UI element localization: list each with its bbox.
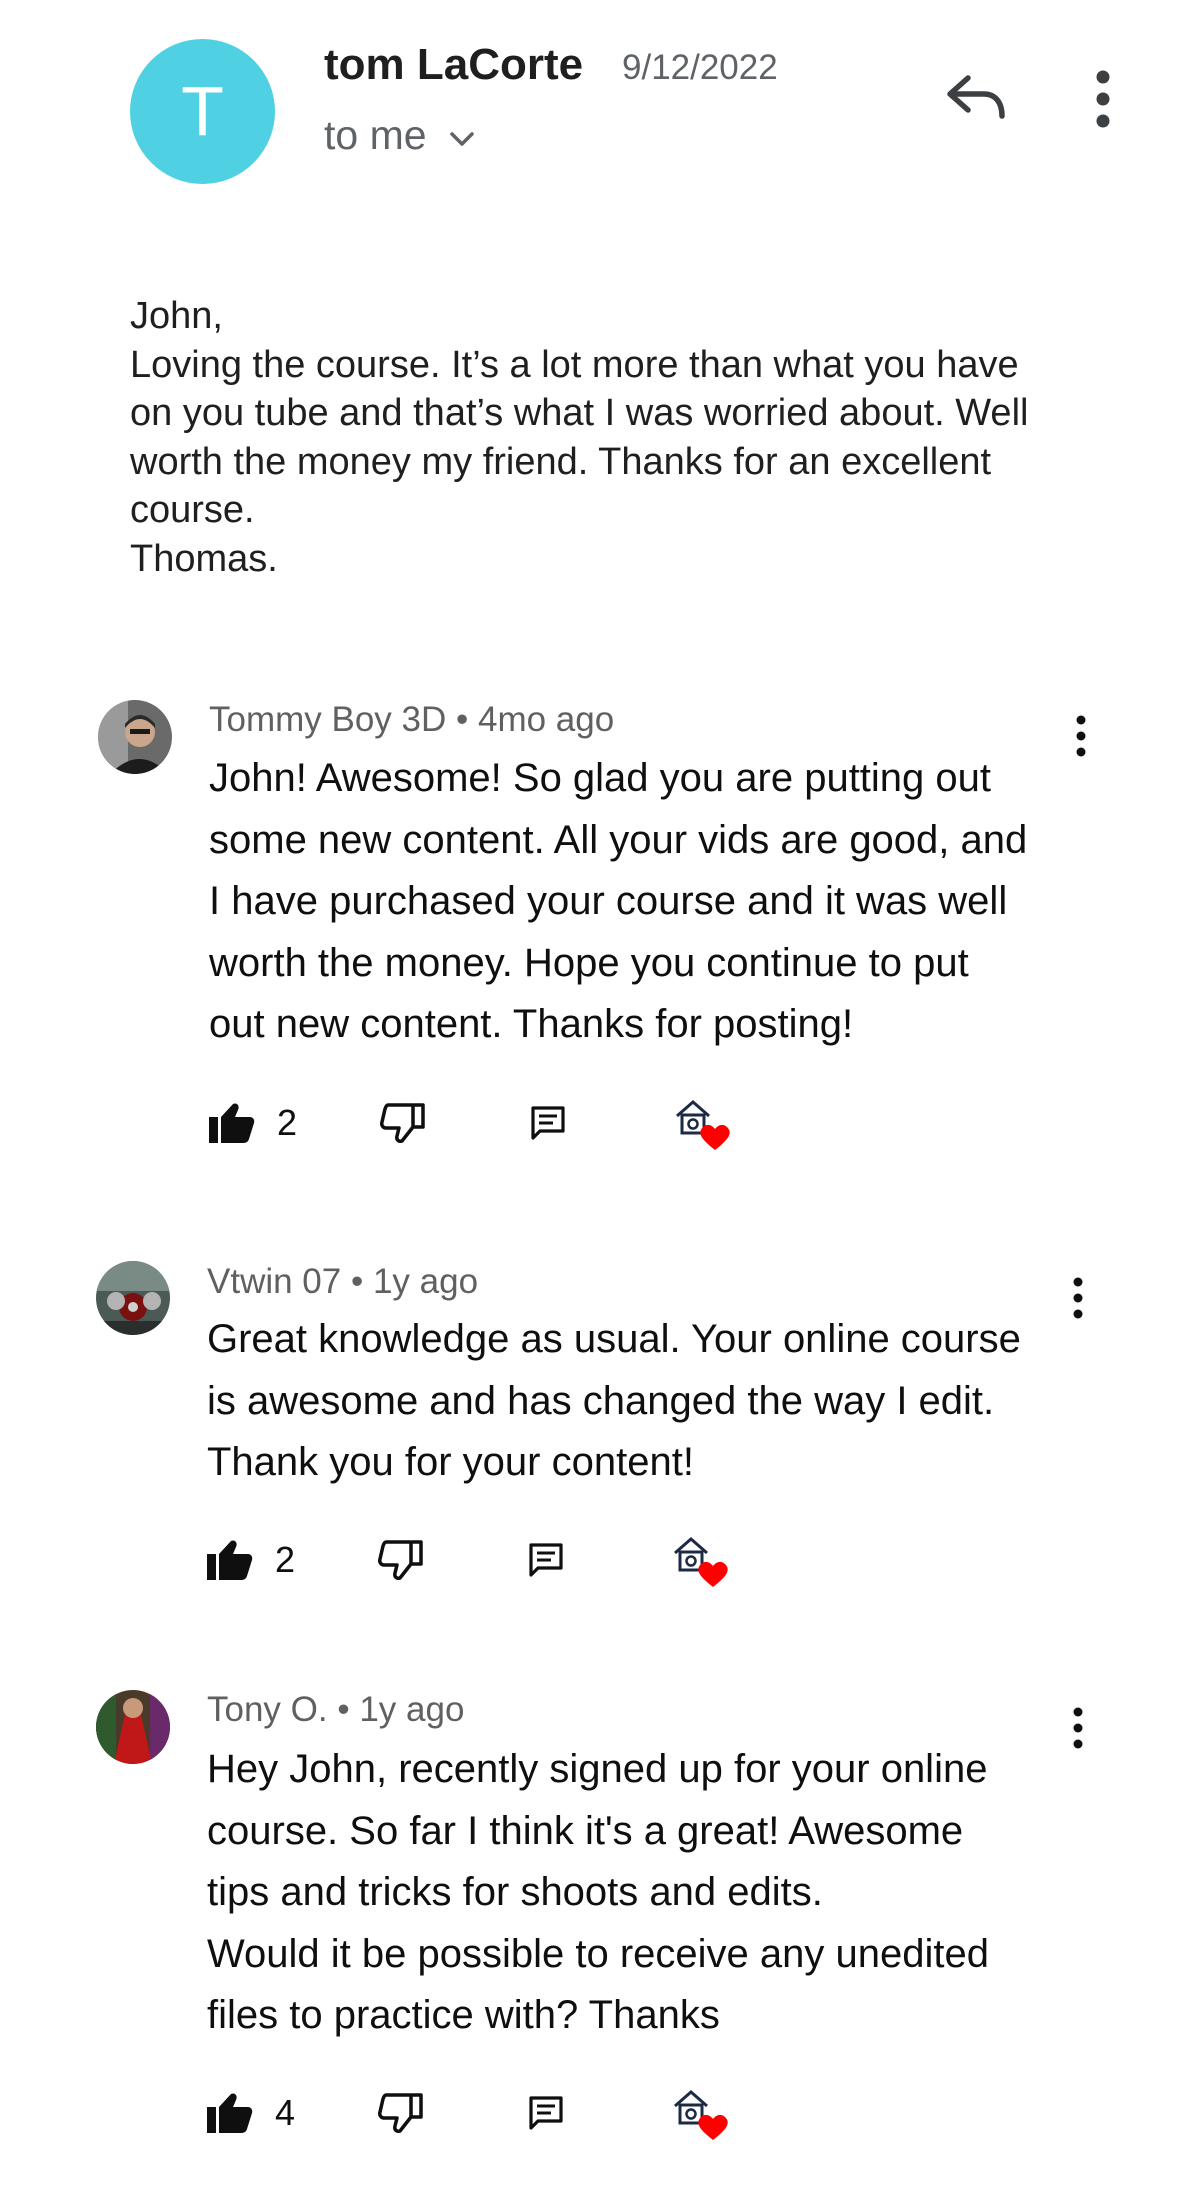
body-line: worth the money my friend. Thanks for an… [130, 440, 992, 483]
comment-meta: Tony O. • 1y ago [207, 1690, 464, 1730]
comment-meta: Tommy Boy 3D • 4mo ago [209, 700, 614, 740]
reply-comment-button[interactable] [528, 1530, 564, 1590]
meta-separator: • [350, 1262, 373, 1301]
more-vert-icon [1096, 70, 1110, 128]
reply-icon [947, 75, 1005, 119]
comment-actions: 4 [207, 2083, 767, 2143]
like-count: 2 [277, 1102, 298, 1143]
recipient-toggle[interactable]: to me [324, 112, 475, 159]
comment-icon [529, 1543, 563, 1577]
comment-actions: 2 [209, 1093, 769, 1153]
sender-name: tom LaCorte [324, 40, 584, 89]
thumb-down-icon [380, 1103, 425, 1143]
body-line: John, [130, 295, 223, 337]
comment-more-button[interactable] [1071, 714, 1091, 758]
avatar-photo [96, 1261, 170, 1335]
comment-line: I have purchased your course and it was … [209, 879, 1008, 923]
comment-line: is awesome and has changed the way I edi… [207, 1378, 995, 1423]
comment-line: Would it be possible to receive any uned… [207, 1931, 989, 1976]
like-count: 2 [275, 1539, 296, 1580]
comment-line: Great knowledge as usual. Your online co… [207, 1317, 1021, 1361]
more-vert-icon [1076, 715, 1086, 757]
comment-icon [531, 1106, 565, 1140]
comment-text: Hey John, recently signed up for your on… [207, 1739, 989, 2047]
more-vert-icon [1073, 1277, 1083, 1319]
creator-heart-icon [676, 1100, 730, 1150]
comment-line: tips and tricks for shoots and edits. [207, 1870, 823, 1914]
commenter-avatar[interactable] [96, 1261, 170, 1335]
reply-button[interactable] [944, 72, 1008, 124]
commenter-avatar[interactable] [96, 1690, 170, 1764]
like-button[interactable]: 4 [207, 2083, 295, 2143]
creator-heart-icon [674, 2090, 728, 2140]
body-line: Thomas. [130, 537, 278, 580]
avatar-photo [98, 700, 172, 774]
comment-more-button[interactable] [1068, 1706, 1088, 1750]
meta-separator: • [337, 1690, 360, 1729]
comment-line: John! Awesome! So glad you are putting o… [209, 756, 992, 800]
comment-line: Thank you for your content! [207, 1440, 694, 1484]
creator-heart-button[interactable] [669, 1530, 731, 1590]
meta-separator: • [456, 700, 478, 739]
comment-author[interactable]: Vtwin 07 [207, 1262, 341, 1301]
email-date: 9/12/2022 [622, 48, 778, 87]
sender-avatar[interactable]: T [130, 39, 275, 184]
comment-line: Hey John, recently signed up for your on… [207, 1747, 988, 1791]
dislike-button[interactable] [378, 2083, 424, 2143]
dislike-button[interactable] [378, 1530, 424, 1590]
comment-actions: 2 [207, 1530, 767, 1590]
reply-comment-button[interactable] [530, 1093, 566, 1153]
comment-line: worth the money. Hope you continue to pu… [209, 940, 969, 985]
comment-author[interactable]: Tony O. [207, 1690, 328, 1729]
creator-heart-button[interactable] [671, 1093, 733, 1153]
avatar-photo [96, 1690, 170, 1764]
comment-time: 1y ago [372, 1262, 479, 1301]
comment-line: some new content. All your vids are good… [209, 817, 1028, 862]
comment-icon [529, 2096, 563, 2130]
comment-meta: Vtwin 07 • 1y ago [207, 1262, 478, 1302]
comment-line: files to practice with? Thanks [207, 1993, 720, 2037]
thumb-up-icon [207, 2093, 253, 2133]
comment-line: out new content. Thanks for posting! [209, 1002, 854, 1046]
body-line: on you tube and that’s what I was worrie… [130, 392, 1029, 434]
comment-line: course. So far I think it's a great! Awe… [207, 1808, 964, 1853]
creator-heart-button[interactable] [669, 2083, 731, 2143]
body-line: Loving the course. It’s a lot more than … [130, 343, 1019, 386]
like-count: 4 [275, 2092, 296, 2133]
commenter-avatar[interactable] [98, 700, 172, 774]
recipient-label: to me [324, 112, 427, 158]
like-button[interactable]: 2 [207, 1530, 295, 1590]
email-header: T tom LaCorte 9/12/2022 to me [0, 0, 1200, 220]
reply-comment-button[interactable] [528, 2083, 564, 2143]
comment-author[interactable]: Tommy Boy 3D [209, 700, 446, 739]
email-body: John, Loving the course. It’s a lot more… [130, 292, 1130, 583]
dislike-button[interactable] [380, 1093, 426, 1153]
comment-time: 4mo ago [478, 700, 615, 739]
thumb-down-icon [378, 1540, 423, 1580]
comment-text: John! Awesome! So glad you are putting o… [209, 748, 1027, 1056]
thumb-down-icon [378, 2093, 423, 2133]
comment-more-button[interactable] [1068, 1276, 1088, 1320]
body-line: course. [130, 489, 255, 531]
comment-text: Great knowledge as usual. Your online co… [207, 1309, 1021, 1494]
more-vert-icon [1073, 1707, 1083, 1749]
creator-heart-icon [674, 1537, 728, 1587]
like-button[interactable]: 2 [209, 1093, 297, 1153]
chevron-down-icon [449, 131, 474, 146]
email-more-button[interactable] [1088, 70, 1118, 128]
thumb-up-icon [207, 1540, 253, 1580]
thumb-up-icon [209, 1103, 255, 1143]
comment-time: 1y ago [359, 1690, 465, 1729]
